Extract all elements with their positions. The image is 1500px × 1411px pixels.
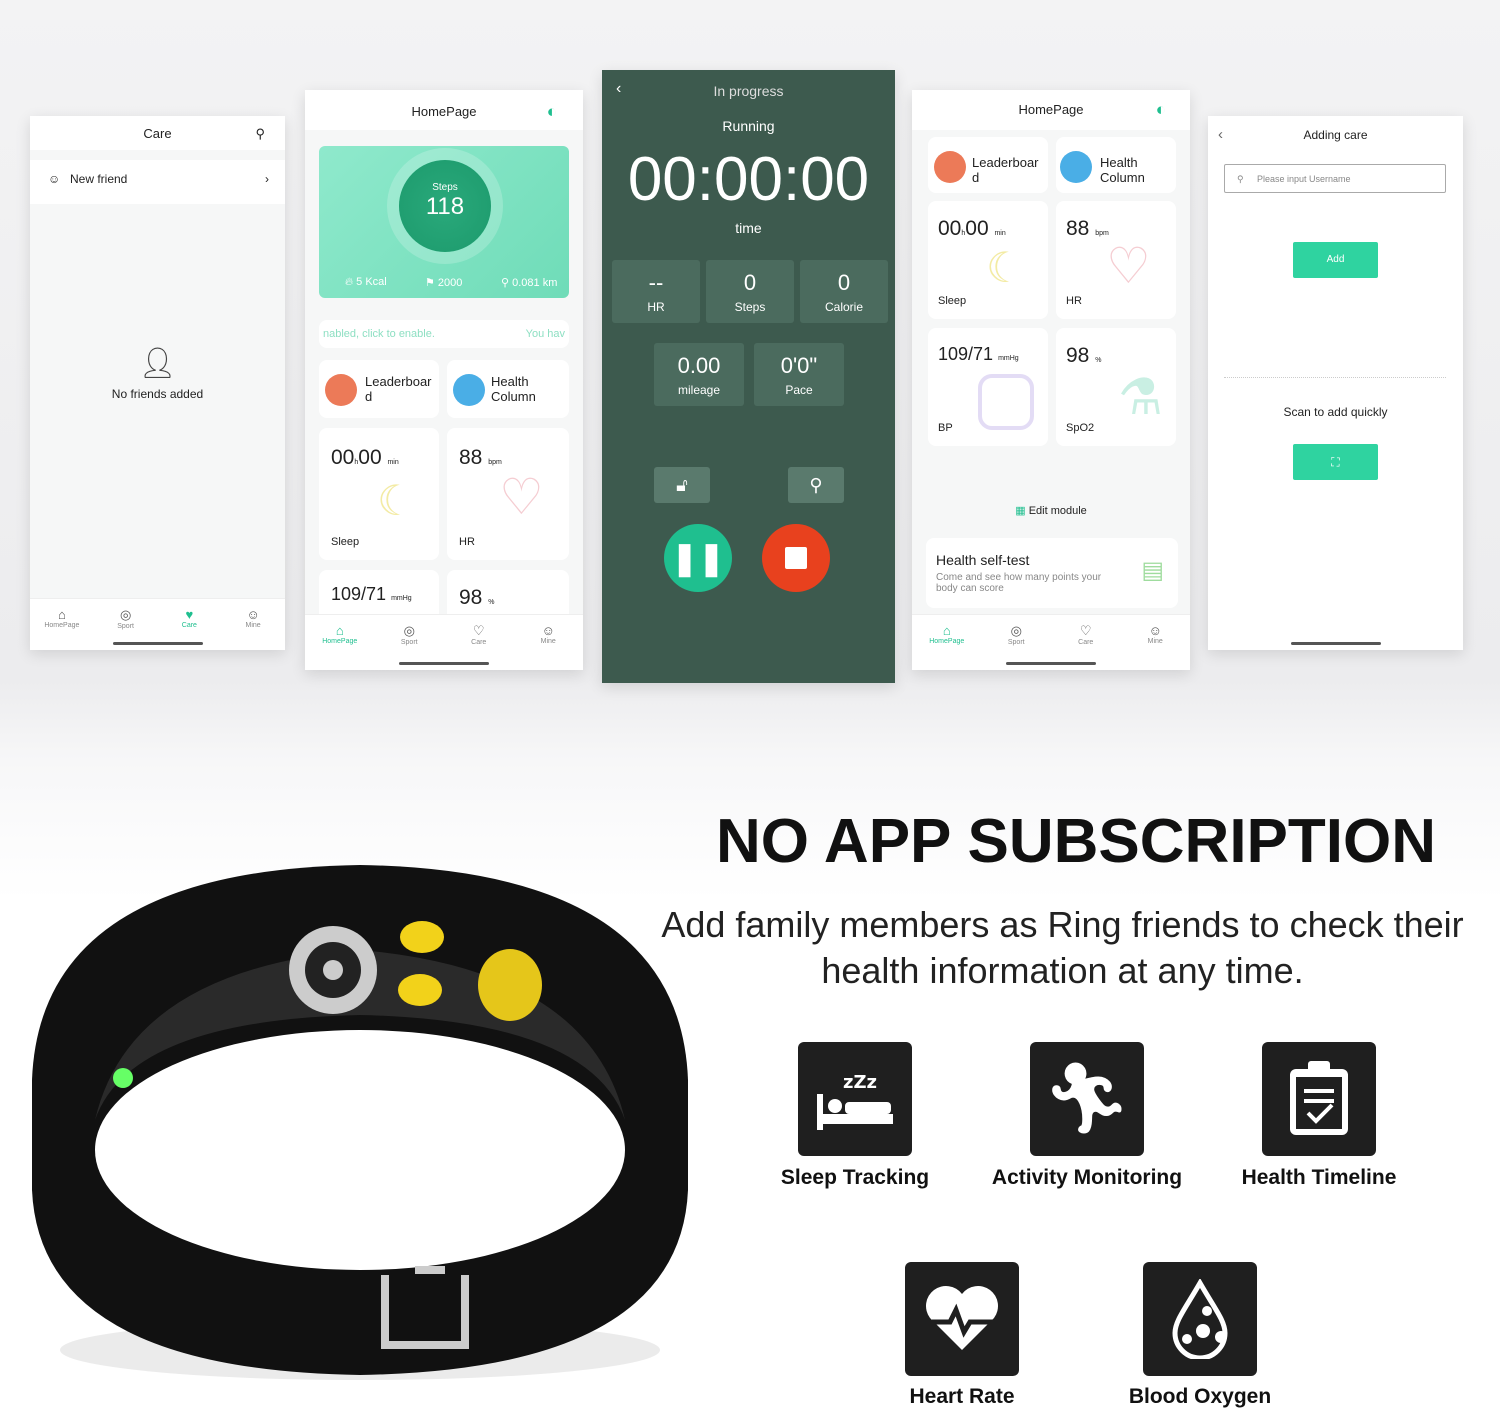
smart-ring-image — [32, 865, 688, 1380]
hr-tile: -- HR — [612, 260, 700, 323]
new-friend-label: New friend — [70, 172, 128, 186]
empty-text: No friends added — [111, 387, 204, 401]
grid-icon: ▦ — [1015, 505, 1026, 517]
device-icon[interactable]: ◐ — [1156, 90, 1166, 130]
steps-ring: Steps 118 — [399, 160, 491, 252]
leaderboard-card[interactable]: Leaderboar d — [928, 137, 1048, 193]
moon-icon: ☾ — [377, 477, 415, 524]
edit-module-button[interactable]: ▦ Edit module — [912, 504, 1190, 517]
mine-icon: ☺ — [246, 607, 260, 622]
nav-homepage[interactable]: ⌂ HomePage — [315, 623, 365, 670]
chevron-right-icon: › — [265, 172, 269, 186]
feature-label: Activity Monitoring — [991, 1166, 1183, 1189]
home-icon: ⌂ — [335, 623, 344, 638]
hr-card[interactable]: 88 bpm ♡ HR — [447, 428, 569, 560]
leaderboard-icon — [325, 374, 357, 406]
homepage-title: HomePage — [411, 104, 477, 119]
home-icon: ⌂ — [57, 607, 66, 622]
add-friend-icon[interactable]: ⚲ — [255, 116, 265, 152]
running-screen: ‹ In progress Running 00:00:00 time -- HR… — [602, 70, 895, 683]
timer: 00:00:00 — [627, 145, 870, 214]
flask-icon: ⚗ — [1118, 369, 1163, 425]
sleep-card[interactable]: 00h00 min ☾ Sleep — [319, 428, 439, 560]
steps-tile: 0 Steps — [706, 260, 794, 323]
health-column-icon — [453, 374, 485, 406]
home-indicator — [112, 642, 203, 645]
username-input[interactable]: ⚲ Please input Username — [1224, 164, 1446, 193]
nav-mine[interactable]: ☺ Mine — [228, 607, 278, 650]
feature-label: Sleep Tracking — [780, 1166, 930, 1189]
subtitle: Add family members as Ring friends to ch… — [661, 904, 1464, 991]
care-header: Care ⚲ — [30, 116, 285, 150]
heart-icon: ♥ — [185, 607, 194, 622]
homepage-screen-2: HomePage ◐ Leaderboar d Health Column 00h… — [912, 90, 1190, 670]
clipboard-icon — [1262, 1042, 1376, 1156]
device-icon[interactable]: ◐ — [547, 90, 557, 134]
pause-button[interactable]: ❚❚ — [664, 524, 732, 592]
sport-icon: ◎ — [119, 607, 132, 622]
empty-state: 👤︎ No friends added — [30, 346, 285, 401]
add-button[interactable]: Add — [1293, 242, 1378, 278]
sleep-icon: zZz — [798, 1042, 912, 1156]
homepage-screen: HomePage ◐ Steps 118 🔥︎ 5 Kcal ⚑ 2000 ⚲ 0… — [305, 90, 583, 670]
nav-homepage[interactable]: ⌂ HomePage — [922, 623, 972, 670]
spo2-card[interactable]: 98 % ⚗ SpO2 — [1056, 328, 1176, 446]
feature-label: Heart Rate — [909, 1385, 1015, 1408]
feature-label: Health Timeline — [1241, 1166, 1397, 1189]
checklist-icon: ▤ — [1141, 557, 1164, 584]
nav-mine[interactable]: ☺ Mine — [523, 623, 573, 670]
heart-rate-icon — [905, 1262, 1019, 1376]
sleep-card[interactable]: 00h00 min ☾ Sleep — [928, 201, 1048, 319]
home-indicator — [1290, 642, 1381, 645]
pace-tile: 0'0" Pace — [754, 343, 844, 406]
unlock-button[interactable]: 🔓︎ — [654, 467, 710, 503]
nav-mine[interactable]: ☺ Mine — [1130, 623, 1180, 670]
nav-homepage[interactable]: ⌂ HomePage — [37, 607, 87, 650]
mine-icon: ☺ — [541, 623, 555, 638]
gauge-icon — [978, 374, 1034, 430]
feature-label: Blood Oxygen — [1128, 1385, 1272, 1408]
user-icon: ☺ — [48, 172, 61, 186]
leaderboard-card[interactable]: Leaderboar d — [319, 360, 439, 418]
person-icon: 👤︎ — [138, 347, 177, 380]
new-friend-row[interactable]: ☺ New friend › — [30, 160, 285, 204]
mileage-tile: 0.00 mileage — [654, 343, 744, 406]
bp-card[interactable]: 109/71 mmHg BP — [928, 328, 1048, 446]
headline: NO APP SUBSCRIPTION — [716, 807, 1436, 876]
steps-card[interactable]: Steps 118 🔥︎ 5 Kcal ⚑ 2000 ⚲ 0.081 km — [319, 146, 569, 298]
home-indicator — [1006, 662, 1096, 665]
hr-card[interactable]: 88 bpm ♡ HR — [1056, 201, 1176, 319]
blood-oxygen-icon — [1143, 1262, 1257, 1376]
care-screen: Care ⚲ ☺ New friend › 👤︎ No friends adde… — [30, 116, 285, 650]
heart-icon: ♡ — [499, 469, 544, 525]
running-icon: 🏃︎ — [1030, 1042, 1144, 1156]
notice-banner[interactable]: nabled, click to enable. You hav — [319, 320, 569, 348]
health-column-card[interactable]: Health Column — [1056, 137, 1176, 193]
care-title: Care — [143, 126, 172, 141]
adding-care-screen: ‹ Adding care ⚲ Please input Username Add… — [1208, 116, 1463, 650]
location-button[interactable]: ⚲ — [788, 467, 844, 503]
health-self-test-card[interactable]: Health self-test Come and see how many po… — [926, 538, 1178, 608]
home-indicator — [399, 662, 489, 665]
health-column-card[interactable]: Health Column — [447, 360, 569, 418]
svg-text:zZz: zZz — [843, 1072, 877, 1093]
sport-icon: ◎ — [403, 623, 415, 638]
divider — [1224, 377, 1446, 378]
scan-button[interactable]: ⛶ — [1293, 444, 1378, 480]
calorie-tile: 0 Calorie — [800, 260, 888, 323]
heart-icon: ♡ — [472, 623, 485, 638]
stop-button[interactable] — [762, 524, 830, 592]
